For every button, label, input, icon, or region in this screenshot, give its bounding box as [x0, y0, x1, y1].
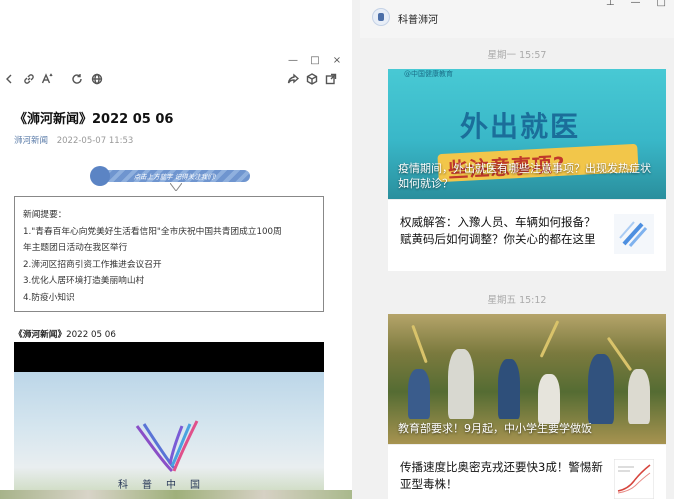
- minimize-button[interactable]: —: [631, 0, 641, 8]
- article-card-cover[interactable]: 教育部要求！9月起，中小学生要学做饭: [388, 314, 666, 444]
- font-size-icon[interactable]: [40, 72, 54, 86]
- article-card-sub-title: 传播速度比奥密克戎还要快3成！警惕新亚型毒株！: [400, 460, 603, 491]
- summary-line: 2.浉河区招商引资工作推进会议召开: [23, 259, 162, 270]
- message-timestamp: 星期五 15:12: [487, 295, 547, 306]
- article-card-cover[interactable]: @中国健康教育 外出就医 些注意事项? 疫情期间，外出就医有哪些注意事项？出现发…: [388, 69, 666, 199]
- article-meta: 浉河新闻 2022-05-07 11:53: [14, 134, 133, 146]
- summary-line: 1."青春百年心向党美好生活看信阳"全市庆祝中国共青团成立100周: [23, 226, 282, 237]
- summary-line: 3.优化人居环境打造美丽响山村: [23, 276, 145, 286]
- article-card-sub-item[interactable]: 传播速度比奥密克戎还要快3成！警惕新亚型毒株！: [388, 444, 666, 499]
- summary-line: 年主题团日活动在我区举行: [23, 243, 128, 253]
- photo-detail: [628, 369, 650, 424]
- video-frame[interactable]: 科普中国: [14, 372, 324, 499]
- article-card-sub-title: 权威解答：入豫人员、车辆如何报备？赋黄码后如何调整？你关心的都在这里: [400, 215, 596, 246]
- article-date: 2022-05-07 11:53: [56, 136, 134, 146]
- poster-headline: 外出就医: [460, 110, 581, 143]
- subscription-header: 科普浉河 ⊥ — □: [360, 0, 674, 38]
- article-card-cover-title: 疫情期间，外出就医有哪些注意事项？出现发热症状如何就诊？: [398, 162, 651, 190]
- share-icon[interactable]: [286, 72, 300, 86]
- article-title: 《浉河新闻》2022 05 06: [14, 112, 174, 127]
- subscription-window-controls: ⊥ — □: [606, 0, 666, 8]
- video-logo-text: 科普中国: [118, 480, 214, 491]
- ribbon-pointer-icon: [170, 183, 182, 191]
- follow-ribbon: 点击上方蓝字 记得关注我们!: [90, 166, 250, 191]
- article-account-link[interactable]: 浉河新闻: [14, 136, 48, 146]
- photo-detail: [498, 359, 520, 419]
- photo-detail: [408, 369, 430, 419]
- open-external-icon[interactable]: [324, 72, 338, 86]
- photo-detail: [539, 320, 560, 358]
- message-timestamp: 星期一 15:57: [487, 50, 547, 61]
- article-thumbnail: [614, 214, 654, 254]
- article-thumbnail: [614, 459, 654, 499]
- account-avatar[interactable]: [372, 8, 390, 26]
- globe-icon[interactable]: [90, 72, 104, 86]
- article-toolbar: [0, 68, 352, 90]
- article-subtitle-bold: 《浉河新闻》: [14, 330, 67, 340]
- pin-button[interactable]: ⊥: [606, 0, 615, 8]
- article-card[interactable]: @中国健康教育 外出就医 些注意事项? 疫情期间，外出就医有哪些注意事项？出现发…: [388, 69, 666, 271]
- summary-line: 4.防疫小知识: [23, 292, 75, 303]
- minimize-button[interactable]: —: [288, 55, 298, 66]
- article-card[interactable]: 教育部要求！9月起，中小学生要学做饭 传播速度比奥密克戎还要快3成！警惕新亚型毒…: [388, 314, 666, 499]
- photo-detail: [448, 349, 474, 419]
- kepu-logo-icon: [135, 420, 199, 473]
- cube-icon[interactable]: [305, 72, 319, 86]
- photo-detail: [538, 374, 560, 424]
- poster-source-text: @中国健康教育: [404, 70, 453, 78]
- ribbon-dot: [90, 166, 110, 186]
- summary-line: 新闻提要：: [23, 210, 67, 220]
- photo-detail: [588, 354, 614, 424]
- follow-ribbon-text: 点击上方蓝字 记得关注我们!: [100, 170, 250, 182]
- article-window: — □ × 《浉河新闻》2022 05 06 浉河新闻 2022-05-07 1…: [0, 0, 352, 499]
- restore-button[interactable]: □: [657, 0, 666, 8]
- news-summary-box: 新闻提要： 1."青春百年心向党美好生活看信阳"全市庆祝中国共青团成立100周 …: [14, 196, 324, 312]
- article-card-cover-title: 教育部要求！9月起，中小学生要学做饭: [398, 422, 592, 435]
- chevron-left-icon[interactable]: [2, 72, 16, 86]
- article-subtitle-date: 2022 05 06: [66, 330, 116, 340]
- article-window-controls: — □ ×: [288, 55, 342, 66]
- screen: — □ × 《浉河新闻》2022 05 06 浉河新闻 2022-05-07 1…: [0, 0, 674, 499]
- video-player-bar[interactable]: [14, 342, 324, 372]
- article-card-sub-item[interactable]: 权威解答：入豫人员、车辆如何报备？赋黄码后如何调整？你关心的都在这里: [388, 199, 666, 271]
- account-title: 科普浉河: [398, 15, 438, 26]
- image-strip: [0, 490, 352, 499]
- article-subtitle: 《浉河新闻》2022 05 06: [14, 327, 116, 340]
- subscription-window: 科普浉河 ⊥ — □ 星期一 15:57 @中国健康教育 外出就医 些注意事项?…: [360, 0, 674, 499]
- refresh-icon[interactable]: [70, 72, 84, 86]
- restore-button[interactable]: □: [310, 55, 320, 66]
- link-icon[interactable]: [22, 72, 36, 86]
- photo-detail: [411, 324, 428, 364]
- close-button[interactable]: ×: [332, 55, 342, 66]
